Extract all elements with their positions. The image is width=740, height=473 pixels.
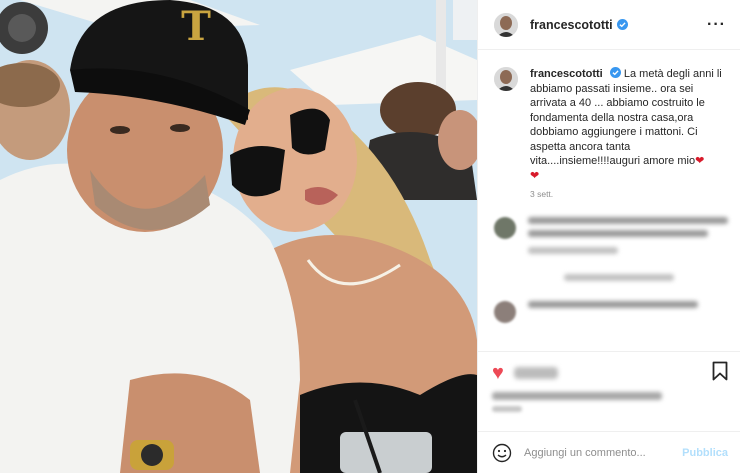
blurred-avatar-2 — [494, 301, 516, 323]
couple-photo: T — [0, 0, 477, 473]
heart-icon[interactable]: ♥ — [492, 363, 504, 383]
post-actions: ♥ — [478, 351, 740, 431]
caption-verified-icon — [609, 67, 621, 78]
comments-section: francescototti La metà degli anni li abb… — [478, 51, 740, 351]
post-comment-button[interactable]: Pubblica — [682, 447, 728, 459]
heart-emoji: ❤ — [695, 155, 705, 167]
post-photo[interactable]: T — [0, 0, 477, 473]
verified-badge-icon — [616, 19, 628, 30]
post-sidebar: francescototti ··· francescototti La met… — [477, 0, 740, 473]
cap-logo: T — [181, 3, 211, 50]
avatar[interactable] — [494, 12, 518, 37]
bookmark-icon[interactable] — [712, 361, 728, 386]
caption-username[interactable]: francescototti — [530, 68, 603, 80]
blurred-avatar — [494, 217, 516, 239]
caption-text: francescototti La metà degli anni li abb… — [530, 67, 728, 183]
emoji-icon[interactable] — [492, 443, 512, 463]
blurred-comment-text — [528, 217, 728, 260]
blurred-post-date — [492, 406, 522, 412]
post-header: francescototti ··· — [478, 0, 740, 50]
blurred-view-replies[interactable] — [564, 274, 728, 287]
bookmark-icon-shape — [712, 361, 728, 380]
caption-timestamp[interactable]: 3 sett. — [530, 189, 728, 199]
add-comment-bar: Pubblica — [478, 431, 740, 473]
caption: francescototti La metà degli anni li abb… — [494, 67, 728, 183]
comment-input[interactable] — [524, 446, 674, 459]
caption-avatar[interactable] — [494, 67, 518, 91]
caption-body: La metà degli anni li abbiamo passati in… — [530, 68, 722, 167]
blurred-comment-2 — [494, 301, 728, 323]
heart-emoji-2: ❤ — [530, 169, 540, 182]
more-options-icon[interactable]: ··· — [707, 16, 726, 34]
caption-avatar-image — [494, 67, 518, 91]
blurred-likes-count[interactable] — [492, 392, 662, 400]
blurred-comment — [494, 217, 728, 260]
avatar-image — [494, 12, 518, 37]
username[interactable]: francescototti — [530, 18, 613, 32]
action-row: ♥ — [492, 361, 728, 386]
blurred-action-icons — [513, 367, 558, 379]
blurred-comment-text-2 — [528, 301, 698, 323]
